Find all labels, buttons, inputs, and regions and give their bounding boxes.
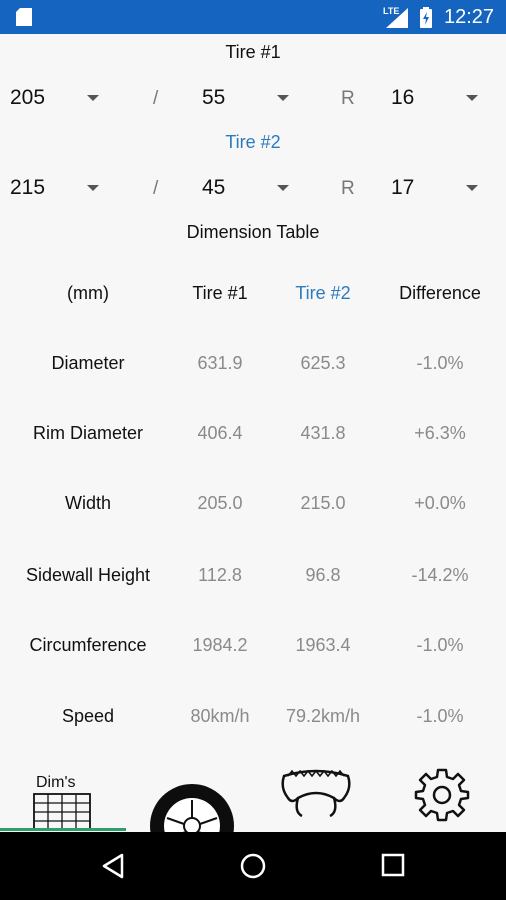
clock: 12:27 [444,6,495,28]
tire1-aspect-value: 55 [202,86,226,109]
header-tire1: Tire #1 [192,283,248,303]
navigation-bar [0,832,506,900]
tire1-selector-row: 205 / 55 R 16 [0,86,506,120]
table-row: Diameter 631.9 625.3 -1.0% [0,353,506,383]
tire1-value: 80km/h [190,706,250,726]
recents-icon[interactable] [381,853,405,877]
chevron-down-icon [87,95,99,101]
slash-separator: / [153,88,159,109]
tire2-value: 625.3 [300,353,346,373]
table-row: Circumference 1984.2 1963.4 -1.0% [0,635,506,665]
chevron-down-icon [277,185,289,191]
chevron-down-icon [466,95,478,101]
row-label: Sidewall Height [25,565,151,585]
chevron-down-icon [466,185,478,191]
tire2-value: 96.8 [305,565,341,585]
row-label: Width [64,493,111,513]
header-unit: (mm) [67,283,109,303]
battery-charging-icon [420,7,432,28]
difference-value: -14.2% [411,565,469,585]
row-label: Circumference [29,635,147,655]
tire2-value: 79.2km/h [285,706,361,726]
table-row: Sidewall Height 112.8 96.8 -14.2% [0,565,506,595]
dimension-table-title: Dimension Table [186,222,320,242]
wheel-icon [150,784,234,834]
tire2-value: 1963.4 [295,635,351,655]
tire1-title: Tire #1 [225,42,281,62]
table-row: Width 205.0 215.0 +0.0% [0,493,506,523]
tire1-value: 205.0 [197,493,243,513]
tab-tire-profile[interactable] [252,758,378,834]
dims-table-icon: Dim's [33,774,91,831]
tab-settings[interactable] [378,758,504,834]
tire2-rim-value: 17 [391,176,415,199]
status-bar: LTE 12:27 [0,0,506,34]
tab-wheel[interactable] [126,758,252,834]
tire1-value: 406.4 [197,423,243,443]
row-label: Rim Diameter [32,423,143,443]
active-tab-indicator [0,828,126,831]
chevron-down-icon [87,185,99,191]
sd-card-icon [16,8,32,26]
tire2-value: 215.0 [300,493,346,513]
tire2-value: 431.8 [300,423,346,443]
difference-value: -1.0% [416,635,464,655]
tire2-selector-row: 215 / 45 R 17 [0,176,506,210]
tire1-value: 631.9 [197,353,243,373]
tire1-value: 112.8 [198,565,242,585]
tire1-width-value: 205 [10,86,46,109]
back-icon[interactable] [100,852,126,880]
signal-icon [386,8,408,28]
bottom-tab-bar: Dim's [0,758,506,834]
table-header: (mm) Tire #1 Tire #2 Difference [0,283,506,313]
row-label: Speed [61,706,115,726]
table-row: Rim Diameter 406.4 431.8 +6.3% [0,423,506,453]
slash-separator: / [153,178,159,199]
difference-value: +6.3% [414,423,466,443]
rim-separator: R [341,178,355,199]
header-tire2: Tire #2 [295,283,351,303]
tire2-width-value: 215 [10,176,46,199]
settings-gear-icon [414,768,470,822]
tab-dimensions[interactable]: Dim's [0,758,126,834]
chevron-down-icon [277,95,289,101]
table-row: Speed 80km/h 79.2km/h -1.0% [0,706,506,736]
row-label: Diameter [51,353,125,373]
difference-value: +0.0% [414,493,466,513]
difference-value: -1.0% [416,353,464,373]
difference-value: -1.0% [416,706,464,726]
rim-separator: R [341,88,355,109]
header-difference: Difference [399,283,481,303]
tire1-value: 1984.2 [192,635,248,655]
tire1-rim-value: 16 [391,86,415,109]
tire2-title: Tire #2 [225,132,281,152]
svg-text:Dim's: Dim's [36,774,76,791]
tire2-aspect-value: 45 [202,176,226,199]
home-icon[interactable] [239,852,267,880]
tire-profile-icon [281,769,351,818]
